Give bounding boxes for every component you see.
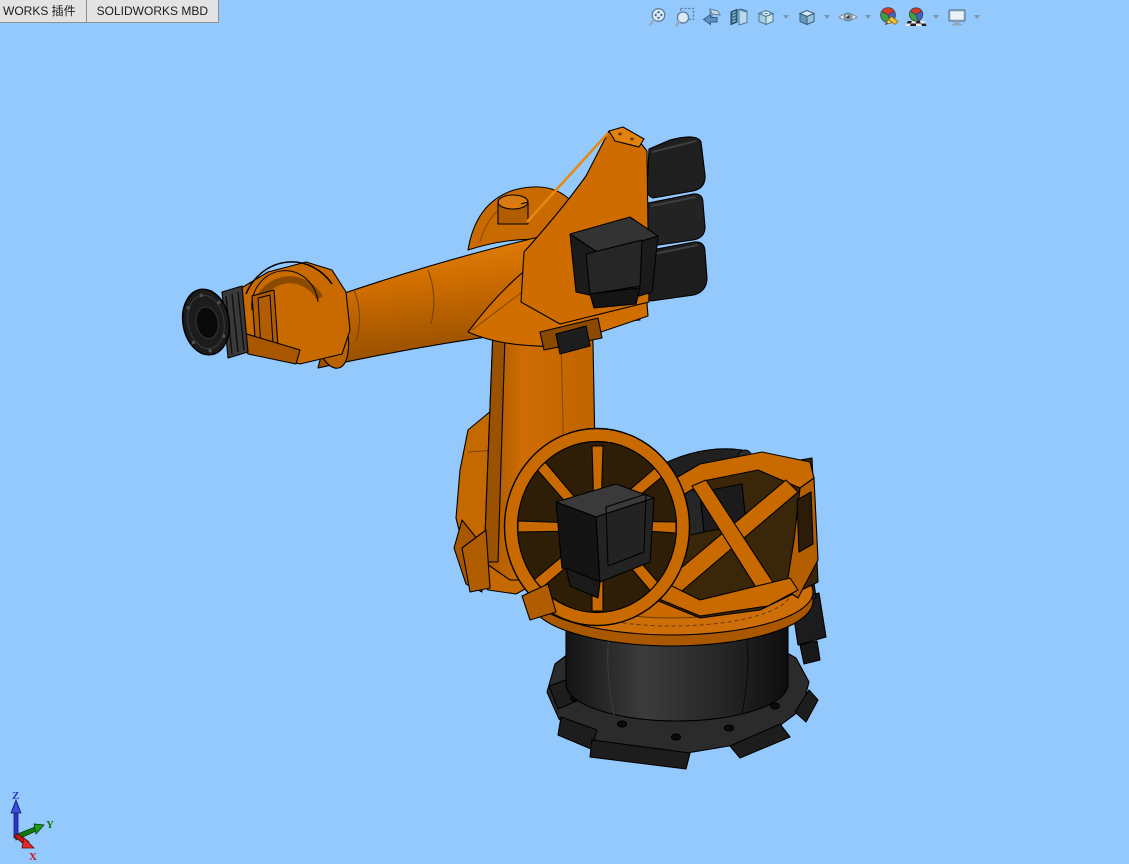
view-orientation-icon bbox=[755, 6, 777, 28]
command-manager-tab-strip: WORKS 插件 SOLIDWORKS MBD bbox=[0, 0, 219, 23]
view-settings-icon bbox=[946, 6, 968, 28]
apply-scene-dropdown-caret[interactable] bbox=[931, 5, 941, 29]
previous-view-icon bbox=[701, 6, 723, 28]
edit-appearance-button[interactable] bbox=[877, 5, 901, 29]
edit-appearance-icon bbox=[878, 6, 900, 28]
triad-x-axis: X bbox=[14, 834, 37, 863]
orientation-triad: Z Y X bbox=[2, 790, 62, 864]
robot-model[interactable] bbox=[178, 127, 826, 769]
section-view-button[interactable] bbox=[727, 5, 751, 29]
view-settings-button[interactable] bbox=[945, 5, 969, 29]
robot-wrist[interactable] bbox=[222, 262, 350, 364]
hide-show-items-dropdown-caret[interactable] bbox=[863, 5, 873, 29]
display-style-dropdown-caret[interactable] bbox=[822, 5, 832, 29]
svg-text:X: X bbox=[29, 851, 37, 863]
tab-solidworks-mbd[interactable]: SOLIDWORKS MBD bbox=[86, 0, 219, 23]
display-style-icon bbox=[796, 6, 818, 28]
apply-scene-button[interactable] bbox=[904, 5, 928, 29]
triad-z-axis: Z bbox=[11, 790, 21, 838]
view-orientation-dropdown-caret[interactable] bbox=[781, 5, 791, 29]
zoom-to-fit-icon bbox=[647, 6, 669, 28]
zoom-to-area-button[interactable] bbox=[673, 5, 697, 29]
section-view-icon bbox=[728, 6, 750, 28]
apply-scene-icon bbox=[905, 6, 927, 28]
hide-show-items-icon bbox=[837, 6, 859, 28]
heads-up-view-toolbar bbox=[646, 5, 986, 29]
display-style-button[interactable] bbox=[795, 5, 819, 29]
view-settings-dropdown-caret[interactable] bbox=[972, 5, 982, 29]
graphics-viewport[interactable] bbox=[0, 0, 1129, 864]
view-orientation-button[interactable] bbox=[754, 5, 778, 29]
svg-text:Y: Y bbox=[46, 819, 54, 831]
previous-view-button[interactable] bbox=[700, 5, 724, 29]
hide-show-items-button[interactable] bbox=[836, 5, 860, 29]
tab-solidworks-addins[interactable]: WORKS 插件 bbox=[0, 0, 87, 23]
zoom-to-fit-button[interactable] bbox=[646, 5, 670, 29]
svg-text:Z: Z bbox=[12, 790, 19, 802]
zoom-to-area-icon bbox=[674, 6, 696, 28]
